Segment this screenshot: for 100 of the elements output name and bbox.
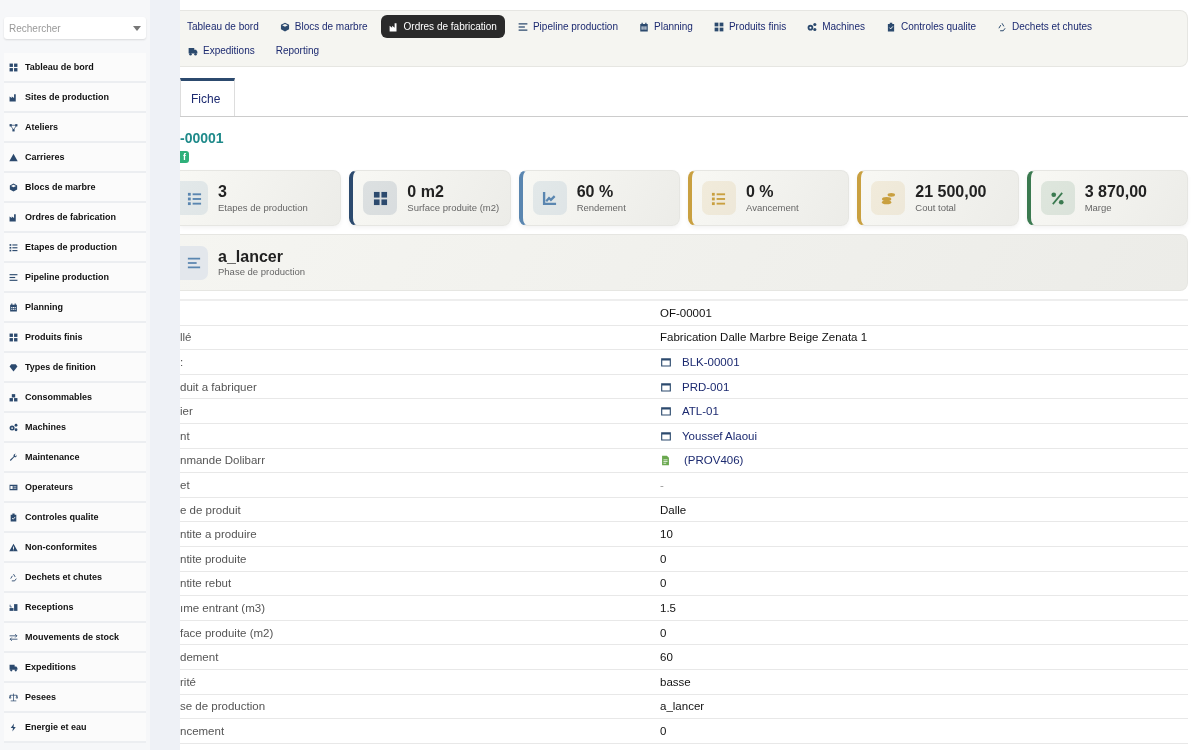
field-label: se de production xyxy=(180,700,266,713)
record-link[interactable]: PRD-001 xyxy=(682,380,730,393)
stat-value: 21 500,00 xyxy=(915,183,987,201)
field-label: nmande Dolibarr xyxy=(180,454,265,467)
field-value: 60 xyxy=(660,651,673,664)
bolt-icon xyxy=(9,722,18,732)
field-value: 0 xyxy=(660,577,667,590)
field-label: ncement xyxy=(180,724,225,737)
stat-label: Cout total xyxy=(915,202,957,213)
warning-icon xyxy=(9,542,18,552)
sidebar-item[interactable]: Mouvements de stock xyxy=(4,623,146,653)
tab[interactable]: Fiche xyxy=(180,78,236,116)
field-label: e de produit xyxy=(180,503,241,516)
sidebar-item[interactable]: Etapes de production xyxy=(4,233,146,263)
lines-icon xyxy=(517,21,528,32)
sidebar-item[interactable]: Planning xyxy=(4,293,146,323)
factory-icon xyxy=(9,92,18,102)
field-label: ntite rebut xyxy=(180,577,232,590)
record-link[interactable]: BLK-00001 xyxy=(682,356,740,368)
nav-tab[interactable]: Machines xyxy=(799,15,873,38)
phase-value: a_lancer xyxy=(218,248,284,266)
field-label: ntite a produire xyxy=(180,528,257,541)
record-link[interactable]: (PROV406) xyxy=(684,454,744,467)
stat-label: Avancement xyxy=(746,202,799,213)
sidebar-item[interactable]: Sites de production xyxy=(4,83,146,113)
field-value: 0 xyxy=(660,626,667,639)
nav-tab[interactable]: Ordres de fabrication xyxy=(380,15,505,38)
field-label: ıme entrant (m3) xyxy=(180,601,265,614)
record-title: -00001 xyxy=(180,130,225,146)
sidebar-item[interactable]: Ateliers xyxy=(4,113,146,143)
sidebar-item[interactable]: Tableau de bord xyxy=(4,53,146,83)
field-value: 0 xyxy=(660,724,667,737)
sidebar-item[interactable]: Operateurs xyxy=(4,473,146,503)
nav-tab[interactable]: Reporting xyxy=(267,39,328,62)
nodes-icon xyxy=(9,122,18,132)
stat-value: 3 xyxy=(218,183,228,201)
cube-icon xyxy=(9,182,18,192)
grid-icon xyxy=(9,62,18,72)
stat-label: Etapes de production xyxy=(218,202,308,213)
sidebar-item[interactable]: Maintenance xyxy=(4,443,146,473)
sidebar-item[interactable]: Ordres de fabrication xyxy=(4,203,146,233)
record-link[interactable]: Youssef Alaoui xyxy=(682,429,758,442)
truck-icon xyxy=(9,662,18,672)
gears-icon xyxy=(9,422,18,432)
sidebar-item[interactable]: Blocs de marbre xyxy=(4,173,146,203)
field-value: 1.5 xyxy=(660,601,676,614)
field-value: Fabrication Dalle Marbre Beige Zenata 1 xyxy=(660,331,868,344)
stat-value: 60 % xyxy=(576,183,615,201)
sidebar-item[interactable]: Pesees xyxy=(4,683,146,713)
sidebar-item[interactable]: Dechets et chutes xyxy=(4,563,146,593)
id-card-icon xyxy=(9,482,18,492)
window-icon xyxy=(660,380,672,393)
field-label: et xyxy=(180,478,190,491)
gem-icon xyxy=(9,362,18,372)
cube-icon xyxy=(279,21,290,32)
field-label: nt xyxy=(180,429,190,442)
sidebar-item[interactable]: Machines xyxy=(4,413,146,443)
field-value: 10 xyxy=(660,528,673,541)
nav-tab[interactable]: Controles qualite xyxy=(878,15,985,38)
window-icon xyxy=(660,429,672,442)
checklist-icon xyxy=(9,242,18,252)
nav-tab[interactable]: Produits finis xyxy=(705,15,795,38)
search-field[interactable]: Rechercher xyxy=(4,17,146,39)
sidebar-item[interactable]: Receptions xyxy=(4,593,146,623)
field-value: Dalle xyxy=(660,503,687,516)
truck-icon xyxy=(188,45,198,56)
factory-icon xyxy=(388,21,399,32)
nav-tab[interactable]: Tableau de bord xyxy=(180,15,267,38)
field-label: ntite produite xyxy=(180,552,247,565)
stat-value: 0 m2 xyxy=(407,183,445,201)
nav-tab[interactable]: Expeditions xyxy=(180,39,263,62)
sidebar-item[interactable]: Types de finition xyxy=(4,353,146,383)
sidebar-item[interactable]: Produits finis xyxy=(4,323,146,353)
arrows-icon xyxy=(9,632,18,642)
boxes-icon xyxy=(9,392,18,402)
lines-icon xyxy=(187,255,201,270)
sidebar-item[interactable]: Carrieres xyxy=(4,143,146,173)
field-label: rité xyxy=(180,675,196,688)
stat-label: Marge xyxy=(1084,202,1113,213)
sidebar-item[interactable]: Pipeline production xyxy=(4,263,146,293)
nav-tab[interactable]: Dechets et chutes xyxy=(989,15,1101,38)
sidebar-item[interactable]: Energie et eau xyxy=(4,713,146,743)
nav-tab[interactable]: Blocs de marbre xyxy=(271,15,376,38)
sidebar-item[interactable]: Controles qualite xyxy=(4,503,146,533)
nav-tab[interactable]: Pipeline production xyxy=(509,15,626,38)
stat-label: Rendement xyxy=(576,202,626,213)
caret-icon xyxy=(133,26,141,31)
sidebar-item[interactable]: Consommables xyxy=(4,383,146,413)
sidebar-item[interactable]: Expeditions xyxy=(4,653,146,683)
nav-tab[interactable]: Planning xyxy=(631,15,701,38)
grid-icon xyxy=(713,21,724,32)
document-icon xyxy=(660,454,671,466)
clipboard-icon xyxy=(9,512,18,522)
field-label: face produite (m2) xyxy=(180,626,274,639)
calendar-icon xyxy=(9,302,18,312)
triangle-icon xyxy=(9,152,18,162)
sidebar-item[interactable]: Non-conformites xyxy=(4,533,146,563)
record-link[interactable]: ATL-01 xyxy=(682,405,719,418)
stat-value: 0 % xyxy=(746,183,775,201)
field-value: 0 xyxy=(660,552,667,565)
